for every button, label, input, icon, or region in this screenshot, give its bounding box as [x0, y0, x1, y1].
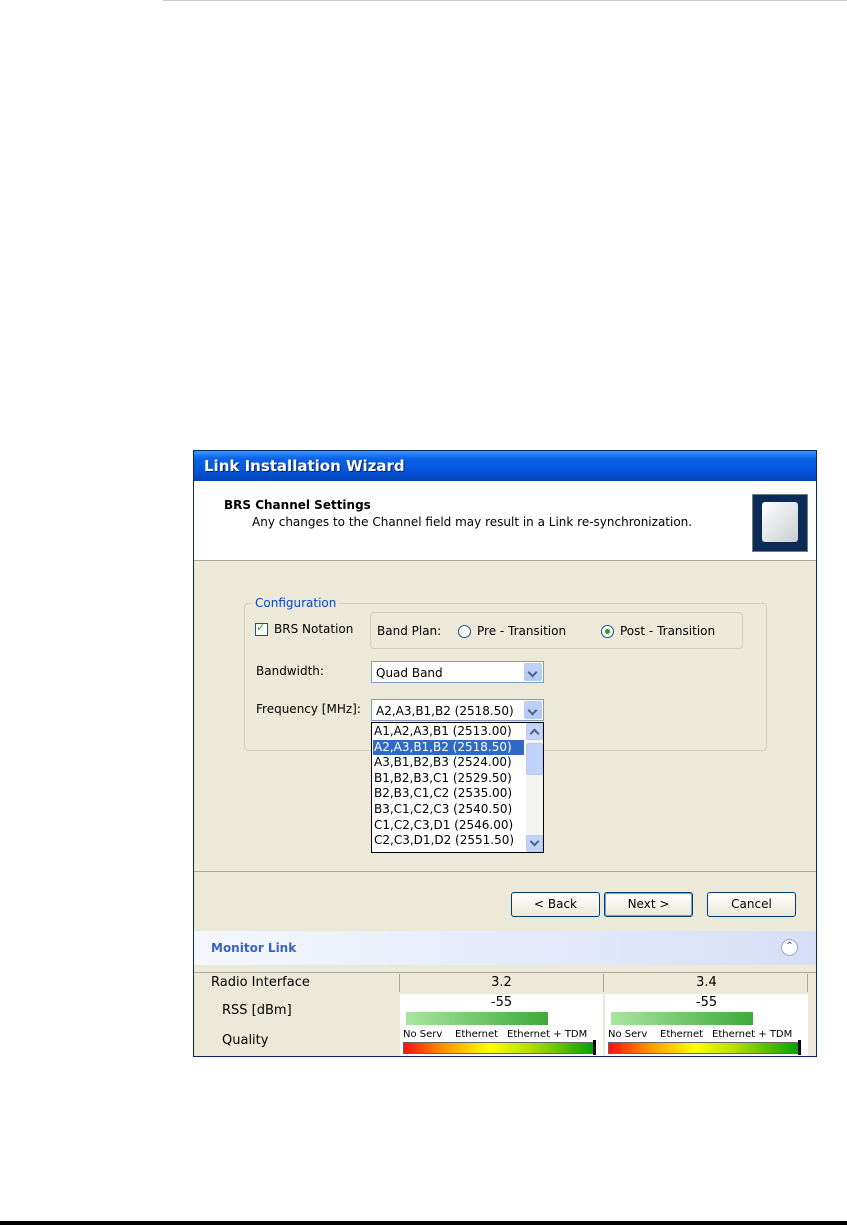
monitor-cell-site2: -55 No Serv Ethernet Ethernet + TDM — [605, 994, 808, 1056]
quality-label-ethernet: Ethernet — [455, 1029, 499, 1040]
cancel-button[interactable]: Cancel — [707, 892, 796, 917]
frequency-option[interactable]: C1,C2,C3,D1 (2546.00) — [373, 818, 524, 834]
antenna-panel-icon — [752, 494, 808, 552]
monitor-link-title: Monitor Link — [211, 941, 297, 955]
post-transition-radio[interactable] — [601, 625, 614, 638]
quality-label-noserv: No Serv — [403, 1029, 443, 1040]
column-divider — [807, 974, 808, 992]
bandwidth-select[interactable]: Quad Band — [371, 661, 544, 683]
collapse-chevron-icon[interactable]: ⌃ — [781, 939, 798, 956]
rss-label: RSS [dBm] — [222, 1003, 292, 1018]
quality-marker — [593, 1040, 596, 1055]
pre-transition-label[interactable]: Pre - Transition — [477, 624, 566, 638]
brs-notation-checkbox[interactable]: BRS Notation — [255, 621, 354, 636]
monitor-link-header: Monitor Link ⌃ — [194, 931, 816, 965]
brs-notation-label: BRS Notation — [274, 622, 354, 636]
chevron-down-icon[interactable] — [524, 663, 542, 681]
rss-bar — [611, 1012, 753, 1025]
bandwidth-value: Quad Band — [376, 666, 443, 680]
bandwidth-label: Bandwidth: — [256, 664, 324, 678]
quality-label-ethernet: Ethernet — [660, 1029, 704, 1040]
quality-label-ethernet-tdm: Ethernet + TDM — [712, 1029, 793, 1040]
quality-label-noserv: No Serv — [608, 1029, 648, 1040]
frequency-option[interactable]: A1,A2,A3,B1 (2513.00) — [373, 724, 524, 740]
wizard-window: Link Installation Wizard BRS Channel Set… — [193, 450, 817, 1057]
scrollbar-thumb[interactable] — [526, 743, 543, 775]
pre-transition-radio[interactable] — [458, 625, 471, 638]
frequency-option[interactable]: B3,C1,C2,C3 (2540.50) — [373, 802, 524, 818]
checkbox-checked-icon[interactable] — [255, 621, 268, 636]
band-plan-label: Band Plan: — [377, 624, 442, 638]
quality-bar — [608, 1042, 801, 1054]
rss-value: -55 — [695, 995, 718, 1010]
frequency-option[interactable]: C2,C3,D1,D2 (2551.50) — [373, 833, 524, 849]
next-button[interactable]: Next > — [604, 892, 693, 917]
frequency-option-selected[interactable]: A2,A3,B1,B2 (2518.50) — [373, 739, 524, 756]
page-title: BRS Channel Settings — [224, 498, 371, 512]
scroll-down-icon[interactable] — [526, 835, 543, 852]
rss-bar — [406, 1012, 548, 1025]
title-bar: Link Installation Wizard — [194, 451, 816, 481]
wizard-header: BRS Channel Settings Any changes to the … — [194, 481, 816, 561]
scroll-up-icon[interactable] — [526, 723, 543, 740]
frequency-option[interactable]: A3,B1,B2,B3 (2524.00) — [373, 755, 524, 771]
radio-interface-label: Radio Interface — [211, 975, 310, 990]
dropdown-scrollbar[interactable] — [526, 723, 543, 852]
monitor-cell-site1: -55 No Serv Ethernet Ethernet + TDM — [400, 994, 603, 1056]
configuration-legend: Configuration — [252, 596, 340, 610]
page-subtitle: Any changes to the Channel field may res… — [252, 515, 693, 529]
bottom-rule — [0, 1221, 847, 1225]
frequency-value: A2,A3,B1,B2 (2518.50) — [376, 704, 514, 718]
post-transition-label[interactable]: Post - Transition — [620, 624, 715, 638]
rss-value: -55 — [490, 995, 513, 1010]
quality-marker — [798, 1040, 801, 1055]
frequency-option[interactable]: B2,B3,C1,C2 (2535.00) — [373, 786, 524, 802]
top-rule — [163, 0, 847, 1]
chevron-down-icon[interactable] — [524, 701, 542, 719]
frequency-option[interactable]: B1,B2,B3,C1 (2529.50) — [373, 771, 524, 787]
back-button[interactable]: < Back — [511, 892, 600, 917]
frequency-select[interactable]: A2,A3,B1,B2 (2518.50) — [371, 699, 544, 721]
quality-label-ethernet-tdm: Ethernet + TDM — [507, 1029, 588, 1040]
quality-label: Quality — [222, 1033, 269, 1048]
quality-bar — [403, 1042, 596, 1054]
frequency-label: Frequency [MHz]: — [256, 702, 361, 716]
frequency-dropdown-list[interactable]: A1,A2,A3,B1 (2513.00) A2,A3,B1,B2 (2518.… — [371, 722, 544, 853]
column-header-site2: 3.4 — [696, 975, 717, 990]
column-header-site1: 3.2 — [491, 975, 512, 990]
footer-divider — [194, 871, 816, 872]
